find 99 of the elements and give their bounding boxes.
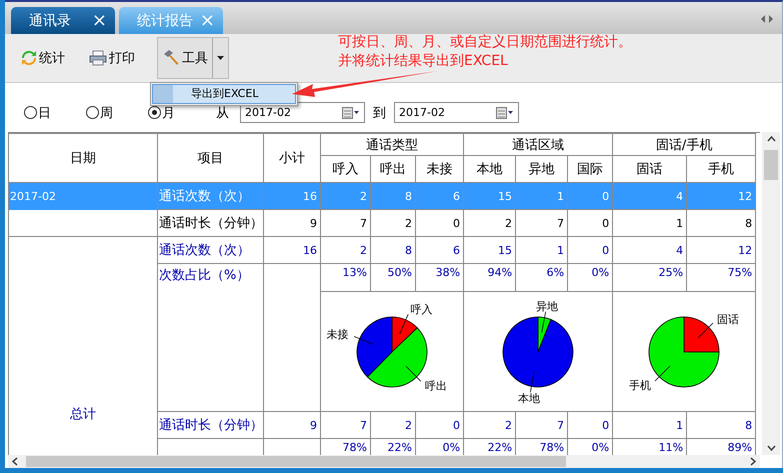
table-cell: 12 xyxy=(686,236,756,264)
table-cell: 7 xyxy=(320,210,370,236)
tab[interactable]: 通讯录 × xyxy=(11,7,115,34)
table-cell: 0 xyxy=(568,412,613,438)
table-cell: 1 xyxy=(612,412,687,438)
date-field[interactable]: 2017-02 xyxy=(394,102,519,123)
table-cell: 2 xyxy=(464,412,516,438)
leader-line xyxy=(654,365,670,381)
group-header: 通话区域 xyxy=(464,134,613,156)
table-cell: 4 xyxy=(612,236,687,264)
group-header: 通话类型 xyxy=(320,134,464,156)
menu-item[interactable]: 导出到EXCEL xyxy=(152,84,296,104)
close-icon[interactable]: × xyxy=(92,12,107,30)
table-cell: 16 xyxy=(264,236,320,264)
column-header: 日期 xyxy=(8,134,158,182)
table-cell: 2 xyxy=(370,210,416,236)
item-cell: 通话次数（次） xyxy=(158,182,264,210)
radio-icon[interactable] xyxy=(148,106,161,119)
radio-label: 月 xyxy=(162,104,175,122)
slice-label: 呼出 xyxy=(425,379,447,392)
table-cell: 8 xyxy=(370,182,416,210)
table-cell: 7 xyxy=(516,210,568,236)
table-cell: 0 xyxy=(568,210,613,236)
slice-label: 固话 xyxy=(717,312,740,326)
to-label: 到 xyxy=(373,104,386,122)
from-label: 从 xyxy=(216,104,230,122)
table-cell: 12 xyxy=(686,182,756,210)
leader-line xyxy=(541,310,546,332)
table-cell: 75% xyxy=(686,264,756,292)
table-cell: 0% xyxy=(568,264,613,292)
leader-line xyxy=(698,322,714,338)
vertical-scrollbar[interactable] xyxy=(762,132,780,455)
slice-label: 未接 xyxy=(326,328,349,341)
table-cell: 16 xyxy=(264,182,320,210)
item-cell: 通话次数（次） xyxy=(158,236,264,264)
calendar-icon xyxy=(342,106,360,118)
leader-line xyxy=(400,313,408,334)
table-cell: 6 xyxy=(416,236,464,264)
leader-line xyxy=(354,336,374,344)
table-cell: 0 xyxy=(416,210,464,236)
period-radio[interactable]: 月 xyxy=(148,104,210,122)
scroll-thumb[interactable] xyxy=(26,456,566,467)
table-cell: 15 xyxy=(464,236,516,264)
caret-icon xyxy=(217,56,224,60)
table-cell: 2 xyxy=(320,182,370,210)
printer-icon xyxy=(89,50,107,66)
radio-label: 日 xyxy=(38,104,51,122)
leader-line xyxy=(406,365,422,382)
table-cell: 50% xyxy=(370,264,416,292)
hammer-icon xyxy=(162,49,180,67)
tools-split-button[interactable]: 工具 xyxy=(157,37,229,79)
table-cell: 6 xyxy=(416,182,464,210)
radio-label: 周 xyxy=(100,104,113,122)
table-cell: 1 xyxy=(516,236,568,264)
table-cell: 0 xyxy=(416,412,464,438)
slice-label: 本地 xyxy=(518,392,540,405)
table-cell: 25% xyxy=(612,264,687,292)
item-cell: 通话时长（分钟） xyxy=(158,210,264,236)
period-radio[interactable]: 周 xyxy=(86,104,148,122)
slice-label: 手机 xyxy=(628,378,651,392)
slice-label: 呼入 xyxy=(410,302,432,316)
scroll-arrows-icon[interactable] xyxy=(760,14,774,24)
table-cell: 8 xyxy=(686,210,756,236)
table-cell: 9 xyxy=(264,210,320,236)
horizontal-scrollbar[interactable] xyxy=(8,455,760,468)
table-cell: 38% xyxy=(416,264,464,292)
leader-line xyxy=(530,370,535,392)
item-cell: 次数占比（%） xyxy=(158,264,264,412)
table-cell: 8 xyxy=(370,236,416,264)
slice-label: 异地 xyxy=(536,299,558,312)
toolbar-button[interactable]: 打印 xyxy=(83,45,141,71)
table-cell: 6% xyxy=(516,264,568,292)
table-cell: 8 xyxy=(686,412,756,438)
scroll-thumb[interactable] xyxy=(764,150,778,180)
table-cell: 1 xyxy=(612,210,687,236)
table-cell: 0 xyxy=(568,182,613,210)
date-cell: 2017-02 xyxy=(8,182,158,210)
radio-icon[interactable] xyxy=(24,106,37,119)
table-cell: 13% xyxy=(320,264,370,292)
item-cell: 通话时长（分钟） xyxy=(158,412,264,438)
table-cell: 4 xyxy=(612,182,687,210)
table-cell: 0 xyxy=(568,236,613,264)
toolbar-button[interactable]: 统计 xyxy=(15,45,71,71)
annotation-text: 可按日、周、月、或自定义日期范围进行统计。 并将统计结果导出到EXCEL xyxy=(338,33,632,71)
table-cell: 2 xyxy=(320,236,370,264)
table-cell: 94% xyxy=(464,264,516,292)
radio-icon[interactable] xyxy=(86,106,99,119)
refresh-icon xyxy=(21,50,37,66)
table-cell: 7 xyxy=(516,412,568,438)
table-cell: 7 xyxy=(320,412,370,438)
table-cell: 2 xyxy=(370,412,416,438)
total-label: 总计 xyxy=(70,407,96,422)
group-header: 固话/手机 xyxy=(612,134,756,156)
period-radio[interactable]: 日 xyxy=(24,104,86,122)
calendar-icon xyxy=(496,106,514,118)
table-cell: 9 xyxy=(264,412,320,438)
table-cell: 15 xyxy=(464,182,516,210)
table-cell: 2 xyxy=(464,210,516,236)
table-cell: 1 xyxy=(516,182,568,210)
